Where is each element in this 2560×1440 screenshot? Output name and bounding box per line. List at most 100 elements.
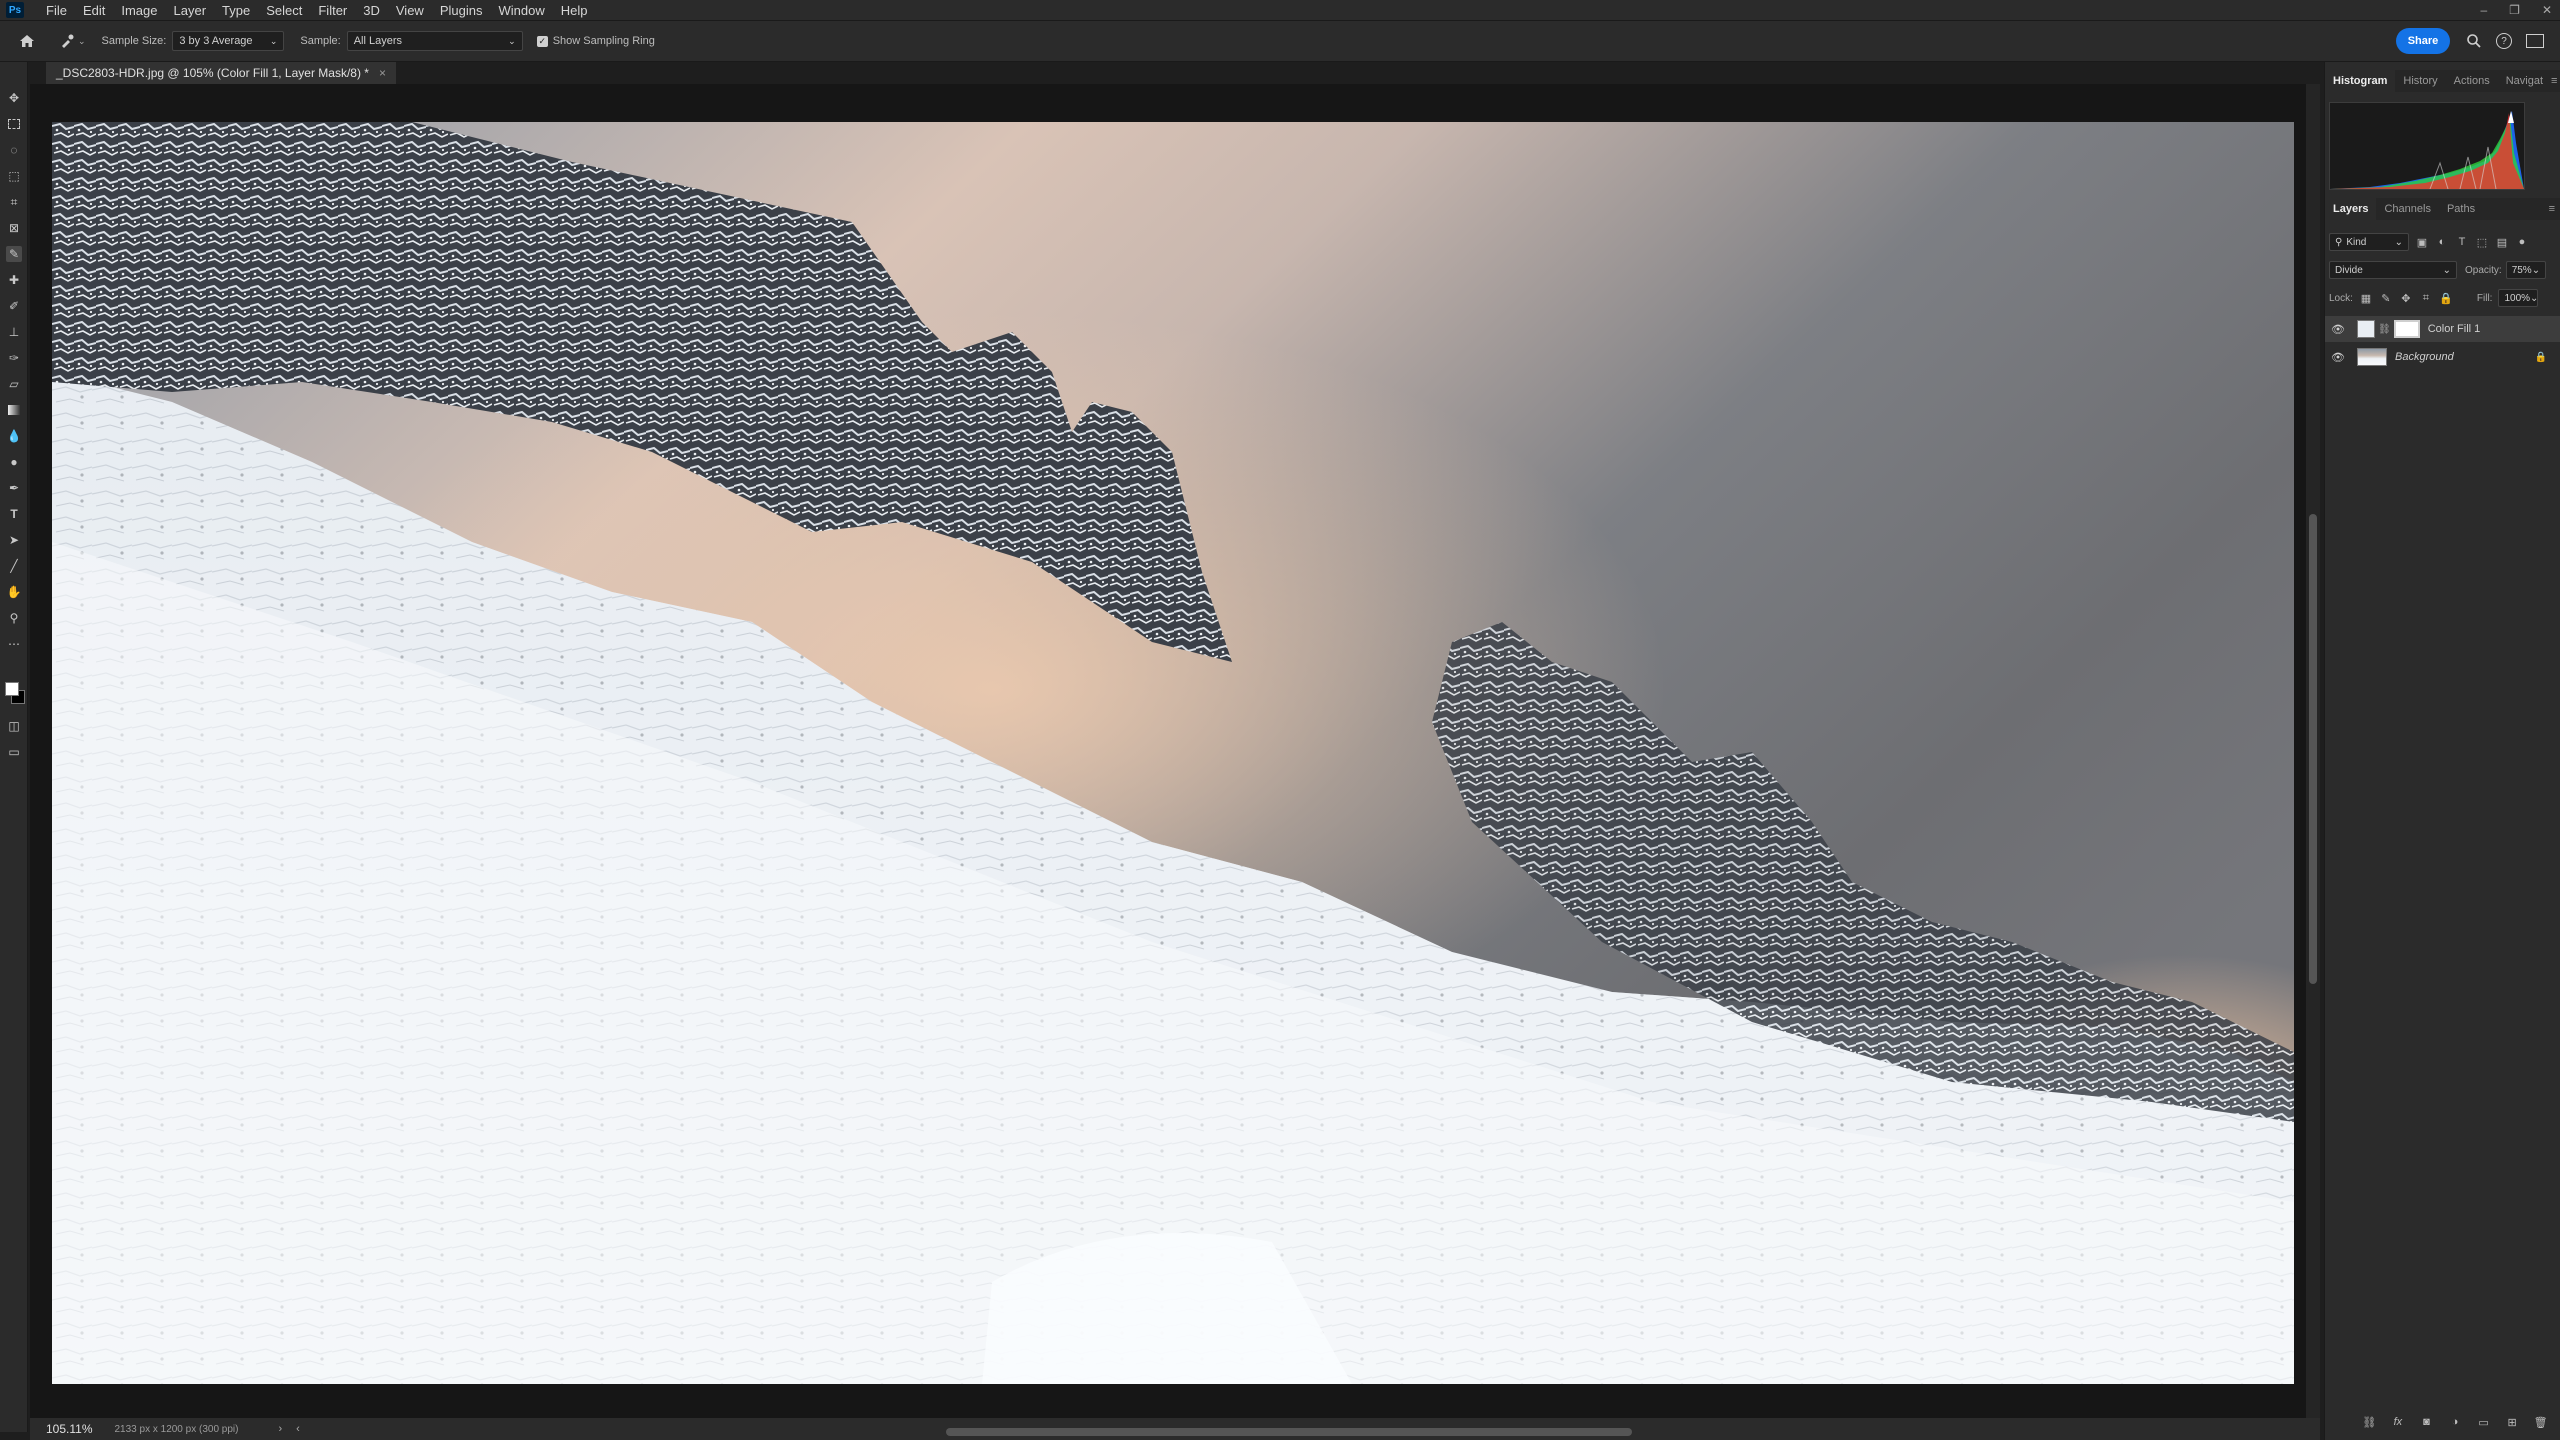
screen-mode-icon[interactable]: ▭ (6, 744, 22, 760)
close-icon[interactable]: ✕ (2542, 3, 2552, 17)
new-adjustment-layer-icon[interactable]: ◑ (2448, 1415, 2462, 1429)
object-selection-tool-icon[interactable]: ⬚ (6, 168, 22, 184)
zoom-tool-icon[interactable]: ⚲ (6, 610, 22, 626)
move-tool-icon[interactable]: ✥ (6, 90, 22, 106)
minimize-icon[interactable]: – (2480, 3, 2487, 17)
layer-fill-thumbnail[interactable] (2357, 320, 2375, 338)
help-icon[interactable]: ? (2496, 33, 2512, 49)
document-tab[interactable]: _DSC2803-HDR.jpg @ 105% (Color Fill 1, L… (46, 62, 396, 84)
eraser-tool-icon[interactable]: ▱ (6, 376, 22, 392)
panel-menu-icon[interactable]: ≡ (2551, 75, 2557, 87)
blur-tool-icon[interactable]: 💧 (6, 428, 22, 444)
smart-object-filter-icon[interactable]: ▤ (2495, 235, 2509, 249)
tab-channels[interactable]: Channels (2376, 198, 2438, 220)
tab-navigator[interactable]: Navigat (2498, 70, 2551, 92)
status-expand-icon[interactable]: › (278, 1423, 282, 1435)
panel-menu-icon[interactable]: ≡ (2549, 203, 2555, 215)
tab-actions[interactable]: Actions (2446, 70, 2498, 92)
restore-icon[interactable]: ❐ (2509, 3, 2520, 17)
pixel-layer-filter-icon[interactable]: ▣ (2415, 235, 2429, 249)
menu-view[interactable]: View (388, 3, 432, 18)
filter-toggle-icon[interactable]: ● (2515, 235, 2529, 249)
menu-file[interactable]: File (38, 3, 75, 18)
layer-row-color-fill-1[interactable]: 👁 ⛓ Color Fill 1 (2325, 316, 2560, 342)
canvas-area[interactable] (30, 84, 2320, 1424)
zoom-level[interactable]: 105.11% (46, 1422, 92, 1436)
menu-edit[interactable]: Edit (75, 3, 113, 18)
type-layer-filter-icon[interactable]: T (2455, 235, 2469, 249)
scroll-left-icon[interactable]: ‹ (296, 1423, 300, 1435)
menu-filter[interactable]: Filter (310, 3, 355, 18)
new-layer-icon[interactable]: ⊞ (2505, 1415, 2519, 1429)
type-tool-icon[interactable]: T (6, 506, 22, 522)
sample-size-select[interactable]: 3 by 3 Average ⌄ (172, 31, 285, 51)
delete-layer-icon[interactable]: 🗑 (2534, 1415, 2548, 1429)
lock-pixels-icon[interactable]: ✎ (2379, 291, 2393, 305)
menu-help[interactable]: Help (553, 3, 596, 18)
tab-layers[interactable]: Layers (2325, 198, 2377, 220)
workspace-icon[interactable] (2526, 34, 2544, 48)
menu-layer[interactable]: Layer (166, 3, 215, 18)
layer-link-icon[interactable]: ⛓ (2378, 324, 2391, 335)
layer-style-fx-icon[interactable]: fx (2391, 1415, 2405, 1429)
menu-window[interactable]: Window (490, 3, 552, 18)
menu-select[interactable]: Select (258, 3, 310, 18)
share-button[interactable]: Share (2396, 28, 2450, 54)
layer-visibility-eye-icon[interactable]: 👁 (2329, 323, 2347, 336)
lock-position-icon[interactable]: ✥ (2399, 291, 2413, 305)
pen-tool-icon[interactable]: ✒ (6, 480, 22, 496)
new-group-icon[interactable]: ▭ (2477, 1415, 2491, 1429)
fill-field[interactable]: 100% ⌄ (2498, 289, 2539, 307)
brush-tool-icon[interactable]: ✐ (6, 298, 22, 314)
path-selection-tool-icon[interactable]: ➤ (6, 532, 22, 548)
lock-artboard-icon[interactable]: ⌗ (2419, 291, 2433, 305)
clone-stamp-tool-icon[interactable]: ⊥ (6, 324, 22, 340)
close-tab-icon[interactable]: × (379, 66, 386, 80)
eyedropper-tool-preset-icon[interactable] (60, 34, 74, 48)
vertical-scrollbar[interactable] (2306, 84, 2320, 1418)
eyedropper-tool-icon[interactable]: ✎ (6, 246, 22, 262)
crop-tool-icon[interactable]: ⌗ (6, 194, 22, 210)
menu-plugins[interactable]: Plugins (432, 3, 491, 18)
hand-tool-icon[interactable]: ✋ (6, 584, 22, 600)
more-tools-icon[interactable]: ⋯ (6, 636, 22, 652)
add-mask-icon[interactable]: ◙ (2419, 1415, 2433, 1429)
lock-all-icon[interactable]: 🔒 (2439, 291, 2453, 305)
layer-row-background[interactable]: 👁 Background 🔒 (2325, 344, 2560, 370)
link-layers-icon[interactable]: ⛓ (2362, 1415, 2376, 1429)
vertical-scroll-thumb[interactable] (2309, 514, 2317, 984)
blend-mode-select[interactable]: Divide ⌄ (2329, 261, 2457, 279)
document-canvas-image[interactable] (52, 122, 2294, 1384)
tab-paths[interactable]: Paths (2439, 198, 2483, 220)
frame-tool-icon[interactable]: ⊠ (6, 220, 22, 236)
healing-brush-tool-icon[interactable]: ✚ (6, 272, 22, 288)
quick-mask-icon[interactable]: ◫ (6, 718, 22, 734)
lasso-tool-icon[interactable]: ◌ (6, 142, 22, 158)
foreground-color-swatch[interactable] (5, 682, 19, 696)
layer-name-background[interactable]: Background (2395, 351, 2454, 363)
gradient-tool-icon[interactable] (6, 402, 22, 418)
adjustment-layer-filter-icon[interactable]: ◐ (2435, 235, 2449, 249)
home-icon[interactable] (18, 32, 36, 50)
layer-visibility-eye-icon[interactable]: 👁 (2329, 351, 2347, 364)
marquee-tool-icon[interactable] (6, 116, 22, 132)
sample-select[interactable]: All Layers ⌄ (346, 31, 523, 51)
layer-background-thumbnail[interactable] (2357, 348, 2387, 366)
line-tool-icon[interactable]: ╱ (6, 558, 22, 574)
history-brush-tool-icon[interactable]: ✑ (6, 350, 22, 366)
tab-history[interactable]: History (2395, 70, 2445, 92)
menu-3d[interactable]: 3D (355, 3, 388, 18)
shape-layer-filter-icon[interactable]: ⬚ (2475, 235, 2489, 249)
layer-filter-kind-select[interactable]: ⚲ Kind ⌄ (2329, 233, 2409, 251)
chevron-down-icon[interactable]: ⌄ (78, 36, 86, 47)
search-icon[interactable] (2466, 33, 2482, 49)
layer-name-color-fill-1[interactable]: Color Fill 1 (2428, 323, 2481, 335)
tab-histogram[interactable]: Histogram (2325, 70, 2396, 92)
opacity-field[interactable]: 75% ⌄ (2505, 261, 2546, 279)
layer-mask-thumbnail[interactable] (2393, 320, 2420, 338)
show-sampling-ring-checkbox[interactable]: ✓ (536, 35, 548, 47)
menu-image[interactable]: Image (113, 3, 165, 18)
dodge-tool-icon[interactable]: ● (6, 454, 22, 470)
lock-transparent-icon[interactable]: ▦ (2359, 291, 2373, 305)
menu-type[interactable]: Type (214, 3, 258, 18)
